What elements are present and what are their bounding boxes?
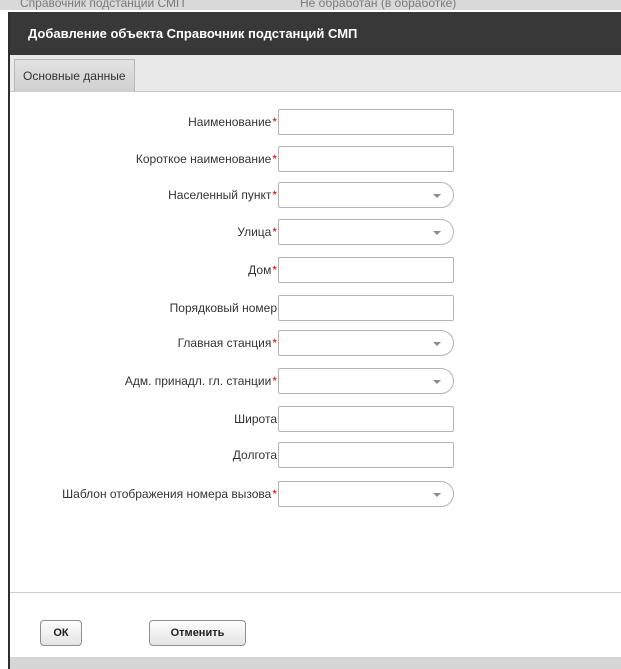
field-row-admin-affiliation: Адм. принадл. гл. станции* (10, 368, 621, 394)
field-row-latitude: Широта (10, 406, 621, 432)
chevron-down-icon (433, 493, 441, 497)
field-label: Населенный пункт* (168, 188, 277, 202)
dialog-bottom-edge (10, 657, 621, 669)
chevron-down-icon (433, 342, 441, 346)
required-marker: * (272, 336, 277, 350)
add-object-dialog: Добавление объекта Справочник подстанций… (8, 12, 621, 669)
field-row-call-number-template: Шаблон отображения номера вызова* (10, 481, 621, 507)
longitude-input[interactable] (278, 442, 454, 468)
field-label: Дом* (248, 263, 277, 277)
chevron-down-icon (433, 231, 441, 235)
call-number-template-select[interactable] (278, 481, 454, 507)
field-row-short-name: Короткое наименование* (10, 146, 621, 172)
latitude-input[interactable] (278, 406, 454, 432)
chevron-down-icon (433, 380, 441, 384)
tab-main-data[interactable]: Основные данные (14, 59, 135, 92)
field-row-main-station: Главная станция* (10, 330, 621, 356)
field-row-locality: Населенный пункт* (10, 182, 621, 208)
field-label: Широта (234, 412, 277, 426)
chevron-down-icon (433, 194, 441, 198)
tab-strip: Основные данные (10, 55, 621, 92)
short-name-input[interactable] (278, 146, 454, 172)
field-label: Короткое наименование* (135, 152, 277, 166)
field-row-ordinal-number: Порядковый номер (10, 295, 621, 321)
required-marker: * (272, 225, 277, 239)
required-marker: * (272, 374, 277, 388)
ok-button[interactable]: ОК (40, 620, 82, 646)
field-label: Порядковый номер (169, 301, 277, 315)
field-label: Адм. принадл. гл. станции* (124, 374, 277, 388)
required-marker: * (272, 487, 277, 501)
background-text-left: Справочник подстанций СМП (20, 0, 185, 10)
required-marker: * (272, 263, 277, 277)
dialog-title-bar[interactable]: Добавление объекта Справочник подстанций… (10, 12, 621, 55)
locality-select[interactable] (278, 182, 454, 208)
field-label: Главная станция* (177, 336, 277, 350)
field-label: Долгота (232, 448, 277, 462)
required-marker: * (272, 188, 277, 202)
street-select[interactable] (278, 219, 454, 245)
admin-affiliation-select[interactable] (278, 368, 454, 394)
required-marker: * (272, 152, 277, 166)
field-row-longitude: Долгота (10, 442, 621, 468)
name-input[interactable] (278, 109, 454, 135)
field-label: Наименование* (188, 115, 277, 129)
field-label: Шаблон отображения номера вызова* (62, 487, 277, 501)
ordinal-number-input[interactable] (278, 295, 454, 321)
background-window-strip: Справочник подстанций СМП Не обработан (… (0, 0, 621, 10)
house-input[interactable] (278, 257, 454, 283)
field-row-name: Наименование* (10, 109, 621, 135)
dialog-title: Добавление объекта Справочник подстанций… (28, 26, 358, 41)
field-label: Улица* (237, 225, 277, 239)
field-row-house: Дом* (10, 257, 621, 283)
field-row-street: Улица* (10, 219, 621, 245)
cancel-button[interactable]: Отменить (149, 620, 246, 646)
background-text-right: Не обработан (в обработке) (300, 0, 457, 10)
main-station-select[interactable] (278, 330, 454, 356)
required-marker: * (272, 115, 277, 129)
